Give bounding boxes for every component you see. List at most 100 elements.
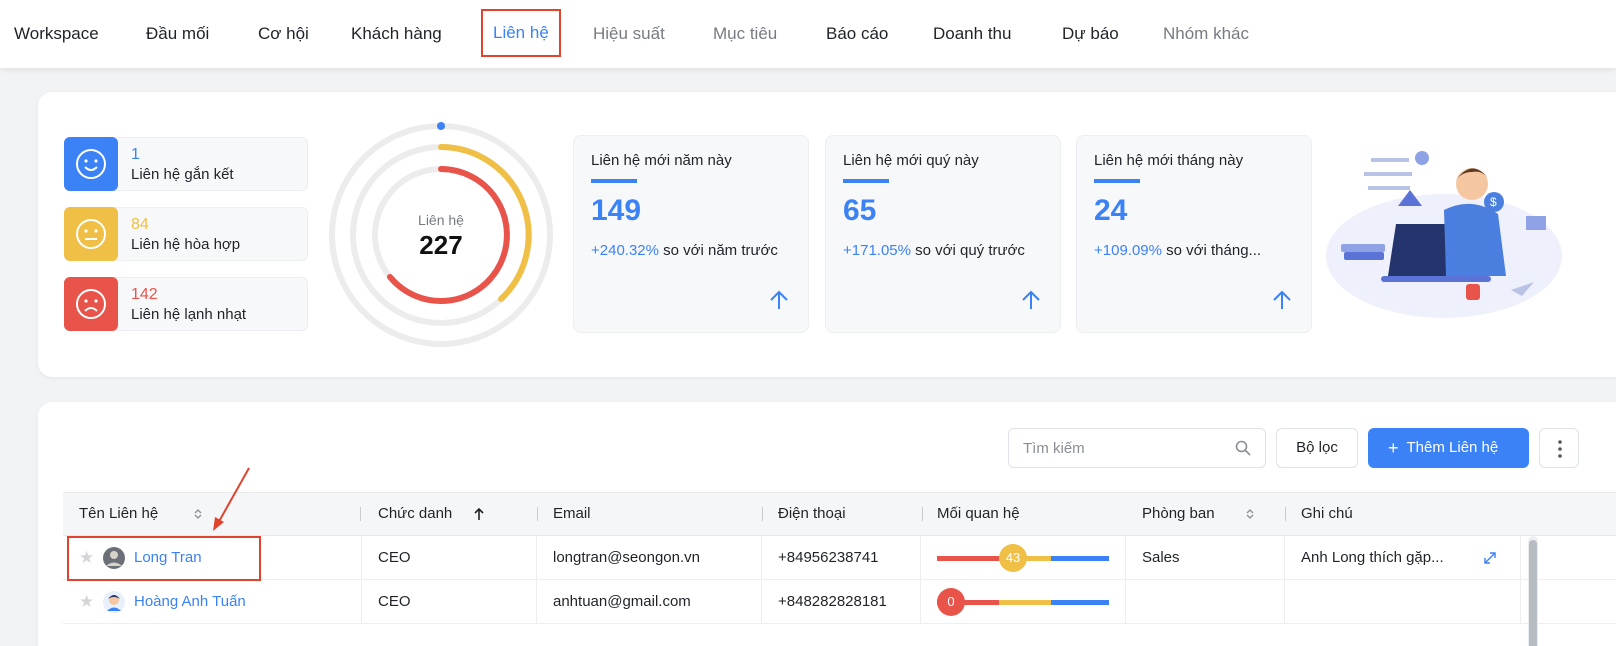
expand-icon[interactable]: [1483, 536, 1507, 580]
stat-year-accent-bar: [591, 179, 637, 183]
column-header-email[interactable]: Email: [553, 493, 763, 535]
contact-name-link[interactable]: Hoàng Anh Tuấn: [134, 580, 354, 624]
stat-card-quarter: Liên hệ mới quý này 65 +171.05% so với q…: [825, 135, 1061, 333]
tab-revenue[interactable]: Doanh thu: [933, 10, 1011, 58]
column-header-title[interactable]: Chức danh: [378, 493, 538, 535]
stat-quarter-compare: +171.05% so với quý trước: [843, 242, 1025, 259]
relationship-score[interactable]: 0: [937, 588, 965, 616]
mood-harmonious-count: 84: [131, 216, 149, 233]
contact-email[interactable]: longtran@seongon.vn: [553, 536, 758, 580]
mood-engaged-count: 1: [131, 146, 140, 163]
mood-cold-count: 142: [131, 286, 158, 303]
top-navigation: Workspace Đầu mối Cơ hội Khách hàng Liên…: [0, 0, 1616, 68]
contact-department: Sales: [1142, 549, 1180, 566]
mood-cold[interactable]: 142 Liên hệ lạnh nhạt: [64, 277, 308, 331]
donut-caption: Liên hệ: [418, 212, 464, 228]
contact-phone[interactable]: +84956238741: [778, 536, 918, 580]
svg-text:$: $: [1490, 195, 1497, 209]
stat-month-value: 24: [1094, 194, 1128, 227]
mood-harmonious[interactable]: 84 Liên hệ hòa hợp: [64, 207, 308, 261]
stat-card-month: Liên hệ mới tháng này 24 +109.09% so với…: [1076, 135, 1312, 333]
column-title-label: Chức danh: [378, 505, 453, 522]
mood-engaged-label: Liên hệ gắn kết: [131, 166, 234, 183]
tab-goals[interactable]: Mục tiêu: [713, 10, 777, 58]
tab-performance[interactable]: Hiệu suất: [593, 10, 665, 58]
sort-icon: [194, 509, 202, 519]
stat-quarter-title: Liên hệ mới quý này: [843, 152, 979, 169]
stat-year-title: Liên hệ mới năm này: [591, 152, 732, 169]
column-name-label: Tên Liên hệ: [79, 505, 159, 522]
column-header-note[interactable]: Ghi chú: [1301, 493, 1521, 535]
contact-phone[interactable]: +848282828181: [778, 580, 918, 624]
more-options-button[interactable]: [1539, 428, 1579, 468]
tab-customers[interactable]: Khách hàng: [351, 10, 442, 58]
avatar: [103, 580, 127, 624]
tab-leads[interactable]: Đầu mối: [146, 10, 209, 58]
donut-engaged-arc: [437, 122, 445, 130]
relationship-slider[interactable]: 43: [937, 544, 1113, 572]
annotation-arrow-icon: [213, 467, 250, 531]
tab-forecast[interactable]: Dự báo: [1062, 10, 1119, 58]
contact-donut-chart: Liên hệ 227: [326, 120, 556, 350]
contacts-table-card: Bộ lọc + Thêm Liên hệ Tên Liên hệ Chức da…: [38, 402, 1616, 646]
stat-year-value: 149: [591, 194, 642, 227]
neutral-face-icon: [64, 207, 118, 261]
mood-cold-label: Liên hệ lạnh nhạt: [131, 306, 247, 323]
star-icon[interactable]: ★: [79, 580, 99, 624]
tab-workspace[interactable]: Workspace: [14, 10, 99, 58]
column-note-label: Ghi chú: [1301, 505, 1353, 522]
sad-face-icon: [64, 277, 118, 331]
stat-year-pct: +240.32%: [591, 242, 659, 259]
relationship-slider[interactable]: 0: [937, 588, 1113, 616]
search-input[interactable]: [1009, 429, 1229, 467]
search-icon[interactable]: [1235, 440, 1251, 461]
contact-department: [1142, 580, 1282, 624]
contact-title: CEO: [378, 593, 411, 610]
column-header-phone[interactable]: Điện thoại: [778, 493, 923, 535]
add-contact-button[interactable]: + Thêm Liên hệ: [1368, 428, 1529, 468]
stat-year-compare: +240.32% so với năm trước: [591, 242, 778, 259]
stat-month-compare: +109.09% so với tháng...: [1094, 242, 1261, 259]
arrow-up-icon: [1271, 289, 1293, 316]
plus-icon: +: [1388, 438, 1399, 458]
column-relationship-label: Mối quan hệ: [937, 505, 1020, 522]
scrollbar-thumb[interactable]: [1529, 540, 1537, 646]
vertical-dots-icon: [1558, 440, 1562, 458]
column-header-relationship[interactable]: Mối quan hệ: [937, 493, 1127, 535]
mood-harmonious-label: Liên hệ hòa hợp: [131, 236, 241, 253]
donut-total: 227: [419, 230, 463, 260]
contact-summary-card: 1 Liên hệ gắn kết 84 Liên hệ hòa hợp 142…: [38, 92, 1616, 377]
mood-engaged[interactable]: 1 Liên hệ gắn kết: [64, 137, 308, 191]
table-row[interactable]: ★ Hoàng Anh Tuấn CEO anhtuan@gmail.com +…: [63, 580, 1616, 624]
happy-face-icon: [64, 137, 118, 191]
column-department-label: Phòng ban: [1142, 505, 1215, 522]
tab-opportunities[interactable]: Cơ hội: [258, 10, 309, 58]
tab-contacts[interactable]: Liên hệ: [481, 9, 561, 57]
sort-ascending-icon: [474, 507, 484, 520]
stat-quarter-pct: +171.05%: [843, 242, 911, 259]
sort-icon: [1246, 509, 1254, 519]
contact-note: Anh Long thích gặp...: [1301, 549, 1444, 566]
search-box[interactable]: [1008, 428, 1266, 468]
tab-reports[interactable]: Báo cáo: [826, 10, 888, 58]
column-header-department[interactable]: Phòng ban: [1142, 493, 1286, 535]
column-email-label: Email: [553, 505, 591, 522]
stat-month-title: Liên hệ mới tháng này: [1094, 152, 1244, 169]
relationship-score[interactable]: 43: [999, 544, 1027, 572]
stat-quarter-value: 65: [843, 194, 877, 227]
contact-title: CEO: [378, 549, 411, 566]
table-row[interactable]: ★ Long Tran CEO longtran@seongon.vn +849…: [63, 536, 1616, 580]
tab-other-groups[interactable]: Nhóm khác: [1163, 10, 1249, 58]
filter-button[interactable]: Bộ lọc: [1276, 428, 1358, 468]
add-contact-label: Thêm Liên hệ: [1406, 439, 1499, 456]
contact-email[interactable]: anhtuan@gmail.com: [553, 580, 758, 624]
stat-month-pct: +109.09%: [1094, 242, 1162, 259]
office-worker-illustration: $: [1326, 144, 1576, 324]
stat-month-accent-bar: [1094, 179, 1140, 183]
table-scrollbar[interactable]: [1528, 536, 1538, 646]
table-header: Tên Liên hệ Chức danh Email Điện thoại M…: [63, 492, 1616, 536]
contact-note: [1301, 580, 1481, 624]
highlight-box: [67, 536, 261, 581]
column-phone-label: Điện thoại: [778, 505, 846, 522]
arrow-up-icon: [768, 289, 790, 316]
